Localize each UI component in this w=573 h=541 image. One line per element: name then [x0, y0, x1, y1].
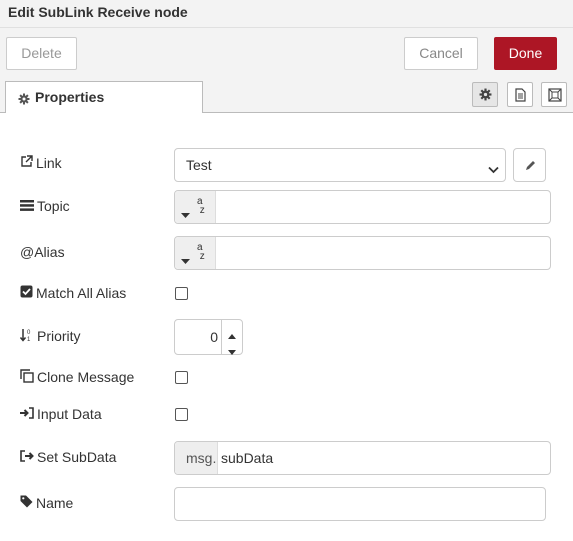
msg-prefix: msg.: [175, 442, 218, 474]
name-label-text: Name: [36, 495, 74, 511]
match-all-alias-checkbox[interactable]: [175, 287, 188, 300]
stepper-up-icon[interactable]: [228, 326, 236, 342]
edit-link-button[interactable]: [513, 148, 546, 182]
string-az-icon: a z: [197, 196, 205, 216]
match-all-alias-label-text: Match All Alias: [36, 285, 127, 301]
dialog-toolbar: Delete Cancel Done: [0, 28, 573, 78]
dialog-titlebar: Edit SubLink Receive node: [0, 0, 573, 28]
link-select-value: Test: [186, 157, 212, 173]
priority-label: 01 Priority: [19, 328, 81, 346]
sign-in-icon: [20, 406, 34, 422]
link-select[interactable]: Test: [174, 148, 506, 182]
tasks-icon: [20, 198, 34, 214]
link-label: Link: [20, 155, 62, 172]
priority-value: 0: [210, 329, 218, 345]
alias-input[interactable]: a z: [174, 236, 551, 270]
clone-message-label: Clone Message: [20, 369, 134, 387]
set-subdata-input[interactable]: msg. subData: [174, 441, 551, 475]
sign-out-icon: [20, 449, 34, 465]
topic-type-select[interactable]: a z: [175, 191, 216, 223]
match-all-alias-label: Match All Alias: [20, 285, 126, 302]
check-square-icon: [20, 285, 33, 301]
delete-button[interactable]: Delete: [6, 37, 77, 70]
set-subdata-value: subData: [221, 450, 274, 466]
alias-label-text: Alias: [34, 244, 65, 260]
dialog-title: Edit SubLink Receive node: [8, 4, 188, 20]
link-label-text: Link: [36, 155, 62, 171]
alias-label: @Alias: [20, 244, 65, 260]
set-subdata-label-text: Set SubData: [37, 449, 117, 465]
node-description-button[interactable]: [507, 82, 533, 107]
input-data-label: Input Data: [20, 406, 102, 423]
caret-down-icon: [181, 205, 190, 221]
input-data-checkbox[interactable]: [175, 408, 188, 421]
name-input[interactable]: [174, 487, 546, 521]
caret-down-icon: [181, 251, 190, 267]
topic-input[interactable]: a z: [174, 190, 551, 224]
sort-numeric-icon: 01: [19, 328, 34, 345]
copy-icon: [20, 369, 34, 386]
clone-message-label-text: Clone Message: [37, 369, 135, 385]
tab-properties-label: Properties: [35, 89, 105, 105]
gear-icon: [18, 92, 30, 108]
tag-icon: [20, 495, 33, 511]
set-subdata-label: Set SubData: [20, 449, 116, 466]
alias-type-select[interactable]: a z: [175, 237, 216, 269]
at-sign-icon: @: [20, 244, 35, 260]
priority-stepper: [221, 320, 242, 355]
priority-spinner[interactable]: 0: [174, 319, 243, 355]
tab-properties[interactable]: Properties: [5, 81, 203, 113]
tab-bar: Properties: [0, 77, 573, 113]
svg-text:0: 0: [27, 330, 31, 336]
external-link-icon: [20, 155, 33, 171]
node-settings-button[interactable]: [472, 82, 498, 107]
cancel-button[interactable]: Cancel: [404, 37, 478, 70]
msg-prefix-text: msg.: [186, 450, 217, 466]
node-appearance-button[interactable]: [541, 82, 567, 107]
name-label: Name: [20, 495, 73, 512]
topic-label: Topic: [20, 198, 70, 215]
string-az-icon: a z: [197, 242, 205, 262]
chevron-down-icon: [488, 161, 499, 177]
topic-label-text: Topic: [37, 198, 70, 214]
svg-text:1: 1: [27, 337, 31, 342]
clone-message-checkbox[interactable]: [175, 371, 188, 384]
input-data-label-text: Input Data: [37, 406, 102, 422]
priority-label-text: Priority: [37, 328, 81, 344]
stepper-down-icon[interactable]: [228, 342, 236, 358]
done-button[interactable]: Done: [494, 37, 557, 70]
